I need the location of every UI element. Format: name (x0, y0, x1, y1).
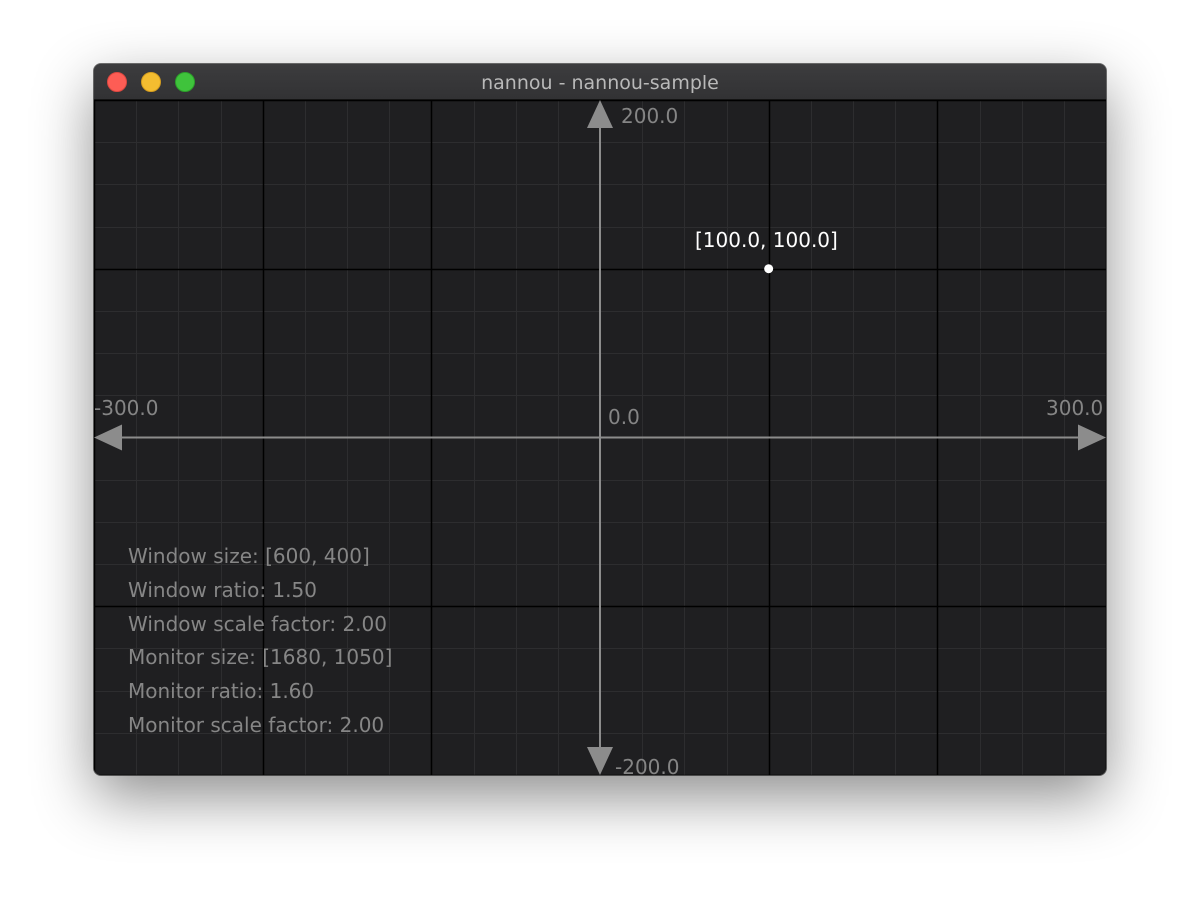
monitor-ratio-text: Monitor ratio: 1.60 (128, 679, 315, 704)
window-ratio-text: Window ratio: 1.50 (128, 577, 317, 602)
window-size-text: Window size: [600, 400] (128, 544, 370, 568)
y-min-label: -200.0 (615, 755, 680, 775)
drawing-canvas[interactable]: 200.0 -200.0 -300.0 300.0 0.0 [100.0, 10… (94, 100, 1106, 775)
x-max-label: 300.0 (1046, 396, 1104, 420)
title-bar[interactable]: nannou - nannou-sample (94, 64, 1106, 100)
monitor-size-text: Monitor size: [1680, 1050] (128, 645, 393, 670)
monitor-scale-factor-text: Monitor scale factor: 2.00 (128, 712, 385, 737)
data-point (764, 264, 774, 274)
point-coordinates-label: [100.0, 100.0] (695, 228, 838, 252)
window-scale-factor-text: Window scale factor: 2.00 (128, 611, 387, 636)
app-window: nannou - nannou-sample 200.0 -200.0 -300… (94, 64, 1106, 775)
y-max-label: 200.0 (621, 104, 679, 128)
info-panel: Window size: [600, 400] Window ratio: 1.… (128, 540, 392, 743)
window-title: nannou - nannou-sample (481, 72, 719, 94)
x-min-label: -300.0 (94, 396, 159, 420)
origin-label: 0.0 (608, 405, 640, 429)
